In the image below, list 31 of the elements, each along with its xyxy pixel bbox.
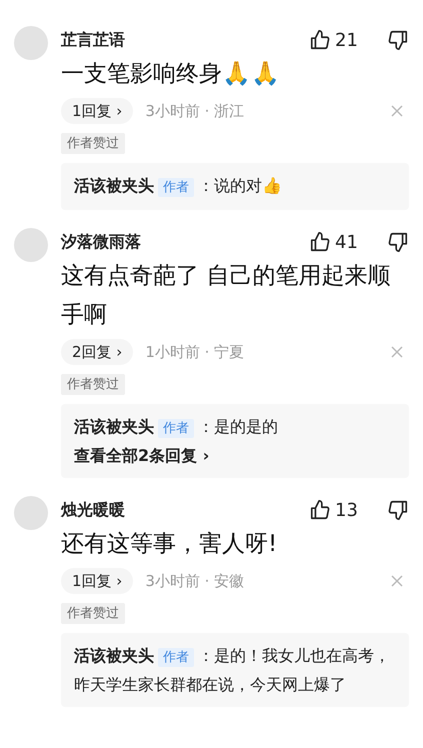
comment-text: 一支笔影响终身🙏🙏 [61,60,281,89]
replies-button[interactable]: 1回复 › [61,568,134,594]
reply-card[interactable]: 活该被夹头 作者 ：是的是的 查看全部2条回复 › [61,404,409,478]
author-liked-tag: 作者赞过 [61,374,125,395]
author-liked-tag: 作者赞过 [61,603,125,624]
comment-text: 还有这等事，害人呀! [61,530,278,559]
thumbs-down-icon[interactable] [387,499,409,521]
reply-text: 活该被夹头 作者 ：是的！我女儿也在高考，昨天学生家长群都在说，今天网上爆了 [74,645,391,696]
reply-text: 活该被夹头 作者 ：说的对👍 [74,175,283,199]
author-liked-tag: 作者赞过 [61,133,125,154]
comment-text: 这有点奇葩了 自己的笔用起来顺手啊 [61,262,392,330]
thumbs-down-icon[interactable] [387,231,409,253]
time-location: 3小时前 · 浙江 [145,100,246,122]
like-count: 13 [335,498,359,522]
username[interactable]: 芷言芷语 [61,28,309,52]
reply-card[interactable]: 活该被夹头 作者 ：说的对👍 [61,163,409,210]
like-count: 41 [335,230,359,254]
time-location: 1小时前 · 宁夏 [145,342,246,363]
reply-card[interactable]: 活该被夹头 作者 ：是的！我女儿也在高考，昨天学生家长群都在说，今天网上爆了 [61,633,409,707]
time-location: 3小时前 · 安徽 [145,570,246,592]
like-count: 21 [335,28,359,52]
thumbs-up-icon[interactable] [309,499,331,521]
thumbs-down-icon[interactable] [387,29,409,51]
view-all-replies-link[interactable]: 查看全部2条回复 › [74,442,396,469]
thumbs-up-icon[interactable] [309,29,331,51]
username[interactable]: 烛光暖暖 [61,498,309,522]
thumbs-up-icon[interactable] [309,231,331,253]
username[interactable]: 汐落微雨落 [61,230,309,254]
reply-text: 活该被夹头 作者 ：是的是的 [74,416,279,440]
replies-button[interactable]: 2回复 › [61,339,134,365]
replies-button[interactable]: 1回复 › [61,98,134,124]
